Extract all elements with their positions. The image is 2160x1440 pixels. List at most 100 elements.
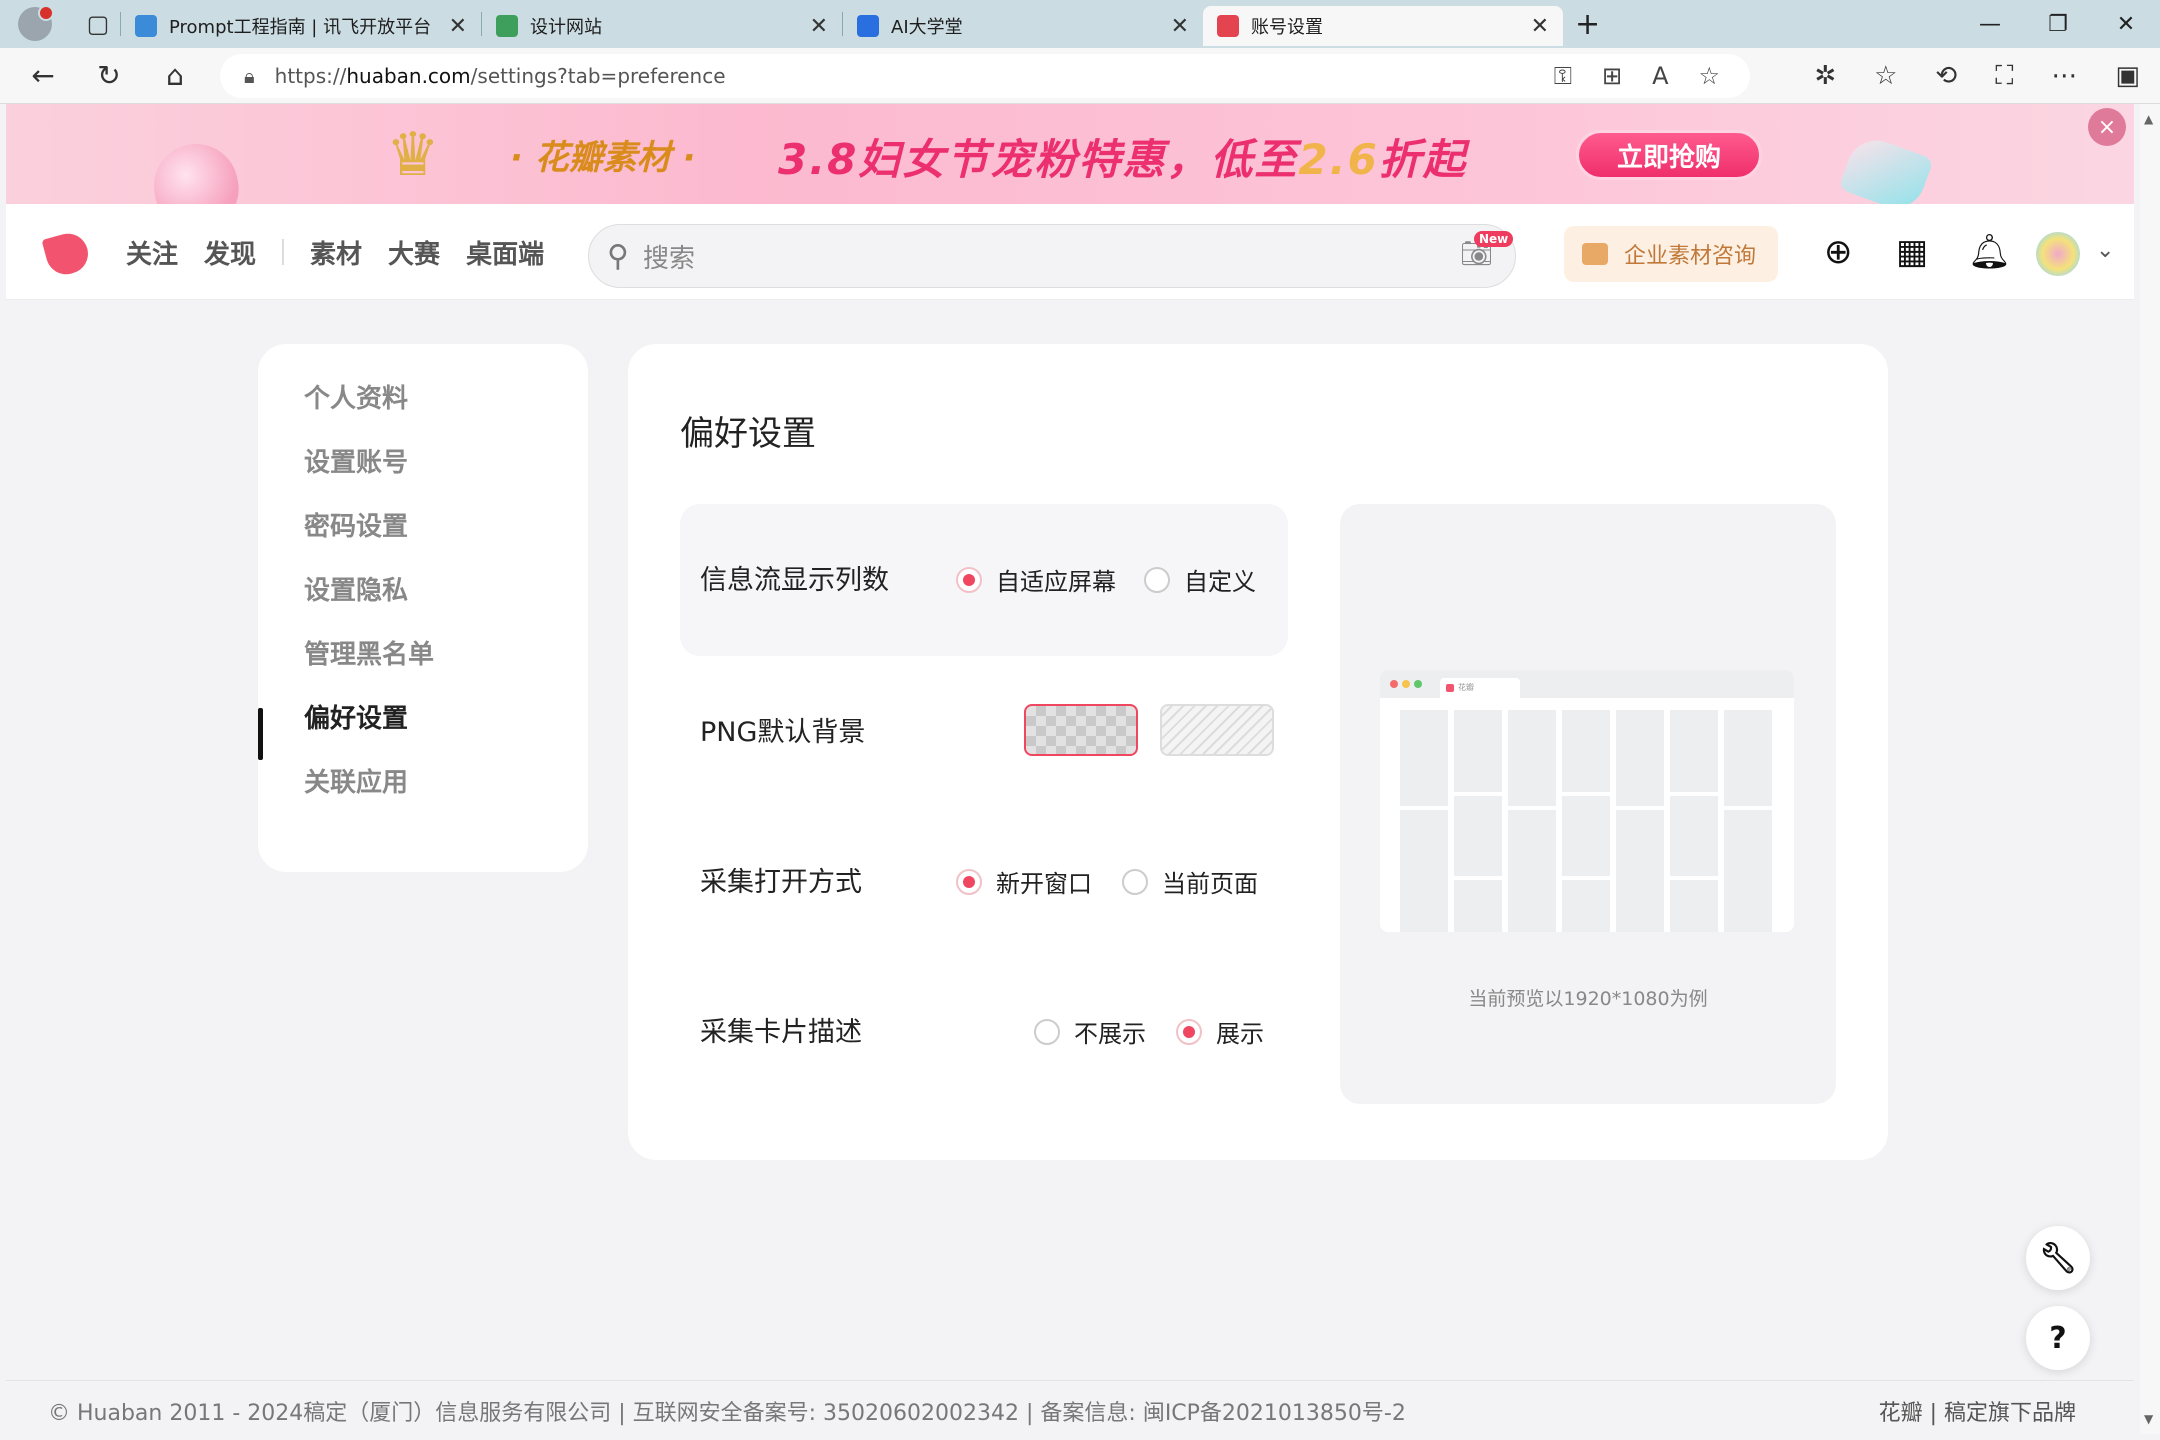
crown-icon: ♛ [386, 120, 440, 190]
nav-desktop[interactable]: 桌面端 [466, 234, 544, 271]
footer-copyright: © Huaban 2011 - 2024稿定（厦门）信息服务有限公司 | 互联网… [48, 1401, 1406, 1426]
radio-button[interactable] [1176, 1018, 1202, 1045]
add-icon[interactable]: ⊕ [1824, 232, 1853, 272]
browser-tab-2[interactable]: 设计网站 ✕ [482, 6, 842, 46]
scroll-down-icon[interactable]: ▼ [2144, 1412, 2153, 1426]
settings-sidebar: 个人资料 设置账号 密码设置 设置隐私 管理黑名单 偏好设置 关联应用 [258, 344, 588, 872]
radio-show[interactable]: 展示 [1176, 1014, 1264, 1049]
preview-window: 花瓣 [1380, 670, 1794, 932]
tab-title: 设计网站 [530, 17, 602, 38]
close-banner-icon[interactable]: × [2088, 108, 2126, 146]
sidebar-item-password[interactable]: 密码设置 [304, 506, 408, 543]
profile-avatar[interactable] [18, 5, 54, 41]
tab-favicon-icon [135, 15, 157, 37]
active-indicator [258, 708, 263, 760]
heart-decoration [147, 137, 245, 204]
checkerboard-swatch[interactable] [1024, 704, 1138, 756]
url-host: huaban.com [346, 64, 471, 88]
sidebar-item-preference[interactable]: 偏好设置 [304, 698, 408, 735]
notification-bell-icon[interactable]: 🔔︎ [1968, 232, 2011, 272]
tab-title: 账号设置 [1251, 17, 1323, 38]
radio-button[interactable] [956, 566, 982, 593]
close-tab-icon[interactable]: ✕ [449, 14, 467, 39]
help-icon[interactable]: ? [2026, 1306, 2090, 1370]
radio-current-page[interactable]: 当前页面 [1122, 864, 1258, 899]
site-header: 关注 发现 素材 大赛 桌面端 ⚲ 搜索 📷︎ New 企业素材咨询 ⊕ ▦ 🔔︎… [6, 204, 2134, 300]
home-icon[interactable]: ⌂ [142, 59, 208, 92]
tools-wrench-icon[interactable]: 🔧︎ [2026, 1226, 2090, 1290]
footer-brand: 花瓣 | 稿定旗下品牌 [1878, 1401, 2076, 1426]
close-tab-icon[interactable]: ✕ [810, 14, 828, 39]
url-path: /settings?tab=preference [470, 64, 726, 88]
search-input[interactable]: 搜索 [643, 238, 695, 275]
web-page: ♛ · 花瓣素材 · 3.8妇女节宠粉特惠，低至2.6折起 立即抢购 × 关注 … [6, 104, 2134, 1434]
address-toolbar: ← ↻ ⌂ 🔒︎ https://huaban.com/settings?tab… [0, 48, 2160, 104]
radio-custom[interactable]: 自定义 [1144, 562, 1256, 597]
radio-adaptive[interactable]: 自适应屏幕 [956, 562, 1116, 597]
site-footer: © Huaban 2011 - 2024稿定（厦门）信息服务有限公司 | 互联网… [6, 1380, 2134, 1434]
new-badge: New [1473, 231, 1514, 247]
more-icon[interactable]: ⋯ [2051, 61, 2077, 91]
radio-new-window[interactable]: 新开窗口 [956, 864, 1092, 899]
apps-icon[interactable]: ⊞ [1602, 62, 1622, 90]
hand-decoration [1838, 132, 1934, 204]
promo-banner[interactable]: ♛ · 花瓣素材 · 3.8妇女节宠粉特惠，低至2.6折起 立即抢购 × [6, 104, 2134, 204]
back-icon[interactable]: ← [10, 59, 76, 92]
user-avatar[interactable] [2036, 232, 2080, 276]
restore-icon[interactable]: ❐ [2024, 0, 2092, 48]
close-tab-icon[interactable]: ✕ [1171, 14, 1189, 39]
scroll-up-icon[interactable]: ▲ [2144, 112, 2153, 126]
key-icon[interactable]: ⚿ [1554, 62, 1572, 90]
sidebar-item-profile[interactable]: 个人资料 [304, 378, 408, 415]
url-field[interactable]: 🔒︎ https://huaban.com/settings?tab=prefe… [220, 54, 1750, 98]
page-scrollbar[interactable]: ▲ ▼ [2140, 104, 2160, 1434]
image-search-icon[interactable]: 📷︎ New [1460, 231, 1514, 269]
sidebar-item-linked-apps[interactable]: 关联应用 [304, 762, 408, 799]
enterprise-consult-button[interactable]: 企业素材咨询 [1564, 226, 1778, 282]
sidebar-item-blacklist[interactable]: 管理黑名单 [304, 634, 434, 671]
nav-material[interactable]: 素材 [310, 234, 362, 271]
radio-hide[interactable]: 不展示 [1034, 1014, 1146, 1049]
png-bg-label: PNG默认背景 [700, 717, 866, 748]
browser-tab-4-active[interactable]: 账号设置 ✕ [1203, 6, 1563, 46]
stripes-swatch[interactable] [1160, 704, 1274, 756]
history-icon[interactable]: ⟲ [1935, 61, 1957, 91]
nav-follow[interactable]: 关注 [126, 234, 178, 271]
radio-button[interactable] [1034, 1018, 1060, 1045]
favorite-star-icon[interactable]: ☆ [1698, 62, 1720, 90]
tab-favicon-icon [496, 15, 518, 37]
consult-label: 企业素材咨询 [1624, 244, 1757, 269]
close-window-icon[interactable]: ✕ [2092, 0, 2160, 48]
preview-caption: 当前预览以1920*1080为例 [1468, 988, 1708, 1010]
page-title: 偏好设置 [680, 414, 816, 454]
browser-tab-3[interactable]: AI大学堂 ✕ [843, 6, 1203, 46]
extensions-icon[interactable]: ✲ [1814, 61, 1836, 91]
tab-title: Prompt工程指南 | 讯飞开放平台 [169, 17, 432, 38]
screenshot-icon[interactable]: ⛶ [1995, 61, 2013, 92]
favorites-icon[interactable]: ☆ [1874, 61, 1897, 91]
nav-discover[interactable]: 发现 [204, 234, 256, 271]
close-tab-icon[interactable]: ✕ [1531, 14, 1549, 39]
huaban-logo[interactable] [41, 229, 93, 279]
search-box[interactable]: ⚲ 搜索 📷︎ New [588, 224, 1516, 288]
sidebar-item-privacy[interactable]: 设置隐私 [304, 570, 408, 607]
nav-contest[interactable]: 大赛 [388, 234, 440, 271]
browser-tab-bar: ▢ Prompt工程指南 | 讯飞开放平台 ✕ 设计网站 ✕ AI大学堂 ✕ 账… [0, 0, 2160, 48]
new-tab-icon[interactable]: + [1575, 7, 1600, 42]
grid-apps-icon[interactable]: ▦ [1896, 232, 1928, 272]
minimize-icon[interactable]: — [1956, 0, 2024, 48]
sidebar-item-account[interactable]: 设置账号 [304, 442, 408, 479]
refresh-icon[interactable]: ↻ [76, 59, 142, 92]
browser-tab-1[interactable]: Prompt工程指南 | 讯飞开放平台 ✕ [121, 6, 481, 46]
radio-button[interactable] [1122, 868, 1148, 895]
radio-button[interactable] [1144, 566, 1170, 593]
preference-card: 偏好设置 信息流显示列数 自适应屏幕 自定义 PNG默认背景 采集打开方式 新开… [628, 344, 1888, 1160]
tab-favicon-icon [1217, 15, 1239, 37]
buy-now-button[interactable]: 立即抢购 [1576, 130, 1762, 180]
sidebar-toggle-icon[interactable]: ▣ [2115, 61, 2140, 91]
tab-actions-icon[interactable]: ▢ [76, 0, 120, 48]
radio-button[interactable] [956, 868, 982, 895]
read-aloud-icon[interactable]: A [1652, 62, 1668, 90]
chevron-down-icon[interactable]: ⌄ [2096, 238, 2114, 263]
main-nav: 关注 发现 素材 大赛 桌面端 [126, 204, 570, 300]
